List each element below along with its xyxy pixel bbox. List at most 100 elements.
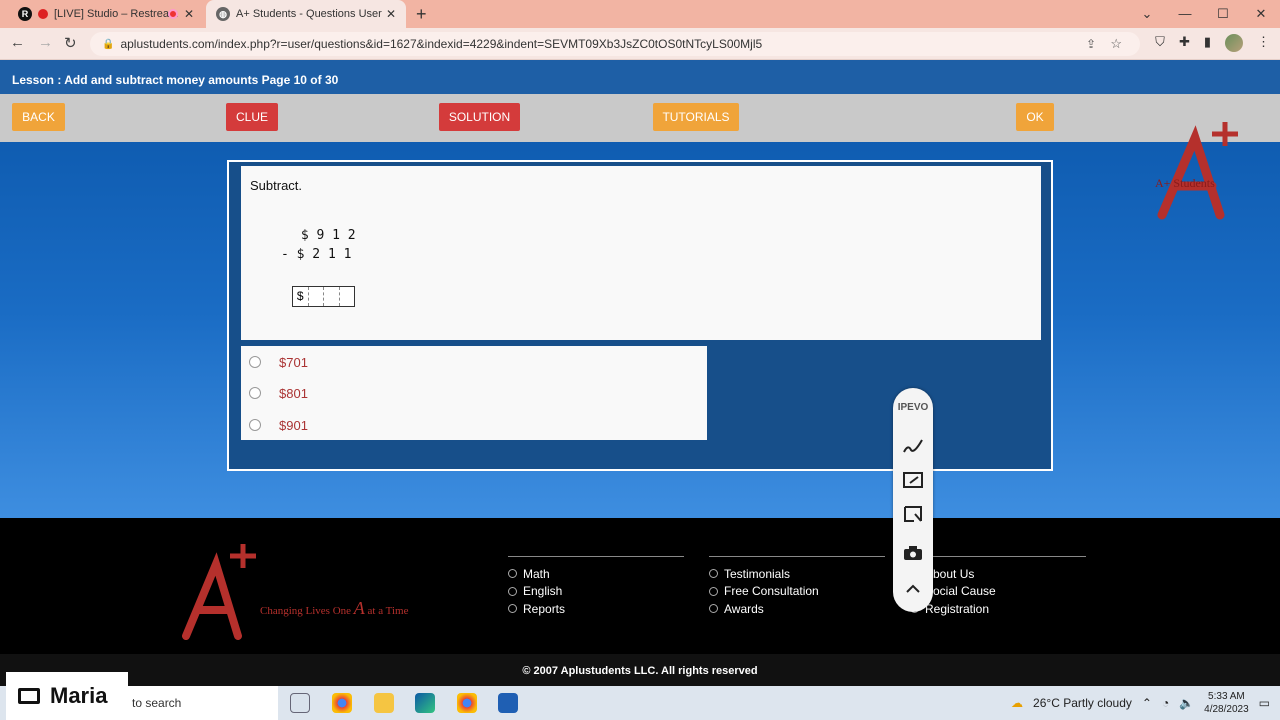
- menu-icon[interactable]: ⋮: [1257, 34, 1270, 52]
- chevron-up-tray-icon[interactable]: ⌃: [1142, 696, 1152, 710]
- participant-overlay: Maria: [6, 672, 128, 720]
- globe-icon: ◍: [216, 7, 230, 21]
- ipevo-toolbar: IPEVO: [893, 388, 933, 612]
- site-footer: Changing Lives One A at a Time Math Engl…: [0, 518, 1280, 654]
- footer-link-label: Social Cause: [925, 584, 996, 599]
- radio-button[interactable]: [249, 356, 261, 368]
- tab-questions[interactable]: ◍ A+ Students - Questions User ✕: [206, 0, 406, 28]
- star-icon[interactable]: ☆: [1110, 36, 1122, 52]
- restream-icon: R: [18, 7, 32, 21]
- footer-link-label: English: [523, 584, 563, 599]
- choice-item[interactable]: $901: [249, 415, 308, 435]
- avatar[interactable]: [1225, 34, 1243, 52]
- maximize-icon[interactable]: ☐: [1204, 0, 1242, 28]
- ok-button[interactable]: OK: [1016, 103, 1054, 131]
- system-tray: ☁ 26°C Partly cloudy ⌃ ◔ 🔈 5:33 AM 4/28/…: [1011, 686, 1270, 720]
- windows-taskbar: to search ☁ 26°C Partly cloudy ⌃ ◔ 🔈 5:3…: [0, 686, 1280, 720]
- taskbar-search[interactable]: to search: [128, 686, 278, 720]
- chrome-active-icon[interactable]: [457, 693, 477, 713]
- folder-icon[interactable]: [374, 693, 394, 713]
- footer-link-consultation[interactable]: Free Consultation: [709, 583, 885, 601]
- clock[interactable]: 5:33 AM 4/28/2023: [1204, 690, 1249, 716]
- shield-icon[interactable]: ⛉: [1155, 34, 1165, 52]
- lesson-title: Lesson : Add and subtract money amounts …: [0, 60, 1280, 94]
- clock-time: 5:33 AM: [1208, 691, 1245, 702]
- footer-col-info: Testimonials Free Consultation Awards: [709, 556, 885, 618]
- page-body: Lesson : Add and subtract money amounts …: [0, 60, 1280, 518]
- footer-link-registration[interactable]: Registration: [910, 600, 1086, 618]
- volume-icon[interactable]: 🔈: [1179, 696, 1194, 710]
- app-icon[interactable]: [498, 693, 518, 713]
- network-icon[interactable]: ◔: [1162, 696, 1169, 710]
- close-icon[interactable]: ✕: [386, 7, 396, 21]
- tutorials-button[interactable]: TUTORIALS: [653, 103, 739, 131]
- url-field[interactable]: 🔒 aplustudents.com/index.php?r=user/ques…: [90, 32, 1140, 56]
- puzzle-icon[interactable]: ✚: [1179, 34, 1190, 52]
- tab-title: [LIVE] Studio – Restream: [54, 8, 179, 20]
- answer-digit-1[interactable]: [309, 287, 324, 306]
- footer-link-social[interactable]: Social Cause: [910, 583, 1086, 601]
- footer-col-about: About Us Social Cause Registration: [910, 556, 1086, 618]
- edge-icon[interactable]: [415, 693, 435, 713]
- solution-button[interactable]: SOLUTION: [439, 103, 520, 131]
- close-icon[interactable]: ✕: [184, 7, 194, 21]
- chevron-down-icon[interactable]: ⌄: [1128, 0, 1166, 28]
- footer-logo: [182, 544, 256, 640]
- share-icon[interactable]: ⇪: [1086, 37, 1096, 51]
- footer-link-label: Registration: [925, 601, 990, 616]
- participant-name: Maria: [50, 683, 108, 708]
- radio-button[interactable]: [249, 419, 261, 431]
- bullet-icon: [508, 569, 517, 579]
- answer-input[interactable]: $: [292, 286, 355, 307]
- chrome-icon[interactable]: [332, 693, 352, 713]
- chevron-up-icon[interactable]: [901, 578, 925, 600]
- footer-link-english[interactable]: English: [508, 583, 684, 601]
- answer-digit-3[interactable]: [340, 287, 355, 306]
- clock-date: 4/28/2023: [1204, 704, 1249, 715]
- tab-restream[interactable]: R [LIVE] Studio – Restream ✕: [8, 0, 204, 28]
- weather-text: 26°C Partly cloudy: [1033, 696, 1132, 710]
- footer-col-subjects: Math English Reports: [508, 556, 684, 618]
- footer-link-math[interactable]: Math: [508, 565, 684, 583]
- whiteboard-icon[interactable]: [901, 470, 925, 492]
- footer-link-about[interactable]: About Us: [910, 565, 1086, 583]
- close-window-icon[interactable]: ✕: [1242, 0, 1280, 28]
- ipevo-logo: IPEVO: [897, 402, 929, 413]
- choice-item[interactable]: $701: [249, 352, 308, 372]
- taskbar-search-text: to search: [132, 696, 182, 710]
- minuend: $ 9 1 2: [293, 228, 356, 243]
- radio-button[interactable]: [249, 387, 261, 399]
- footer-link-awards[interactable]: Awards: [709, 600, 885, 618]
- subtrahend: - $ 2 1 1: [281, 247, 352, 262]
- bullet-icon: [709, 604, 718, 614]
- footer-link-label: Testimonials: [724, 566, 791, 581]
- reload-icon[interactable]: ↻: [64, 34, 77, 52]
- address-bar-row: ← → ↻ 🔒 aplustudents.com/index.php?r=use…: [0, 28, 1280, 60]
- task-view-icon[interactable]: [290, 693, 310, 713]
- back-arrow-icon[interactable]: ←: [10, 34, 25, 51]
- footer-link-testimonials[interactable]: Testimonials: [709, 565, 885, 583]
- browser-tab-bar: R [LIVE] Studio – Restream ✕ ◍ A+ Studen…: [0, 0, 1280, 28]
- bullet-icon: [508, 586, 517, 596]
- footer-link-reports[interactable]: Reports: [508, 600, 684, 618]
- camera-icon[interactable]: [901, 542, 925, 564]
- tagline-a: A: [353, 598, 365, 618]
- new-tab-icon[interactable]: +: [416, 4, 427, 25]
- forward-arrow-icon[interactable]: →: [38, 34, 53, 51]
- clue-button[interactable]: CLUE: [226, 103, 278, 131]
- back-button[interactable]: BACK: [12, 103, 65, 131]
- question-box: Subtract. $ 9 1 2 - $ 2 1 1 $: [241, 166, 1041, 340]
- choice-item[interactable]: $801: [249, 383, 308, 403]
- bullet-icon: [709, 586, 718, 596]
- choice-label: $701: [279, 354, 308, 370]
- answer-prefix: $: [293, 287, 309, 306]
- sidebar-icon[interactable]: ▮: [1204, 34, 1211, 52]
- copyright-text: © 2007 Aplustudents LLC. All rights rese…: [0, 654, 1280, 686]
- minimize-icon[interactable]: —: [1166, 0, 1204, 28]
- subtraction-problem: $ 9 1 2 - $ 2 1 1: [281, 226, 356, 264]
- board-edit-icon[interactable]: [901, 503, 925, 525]
- answer-digit-2[interactable]: [324, 287, 340, 306]
- annotate-icon[interactable]: [901, 436, 925, 458]
- notification-icon[interactable]: ▭: [1259, 696, 1270, 710]
- footer-link-label: Math: [523, 566, 550, 581]
